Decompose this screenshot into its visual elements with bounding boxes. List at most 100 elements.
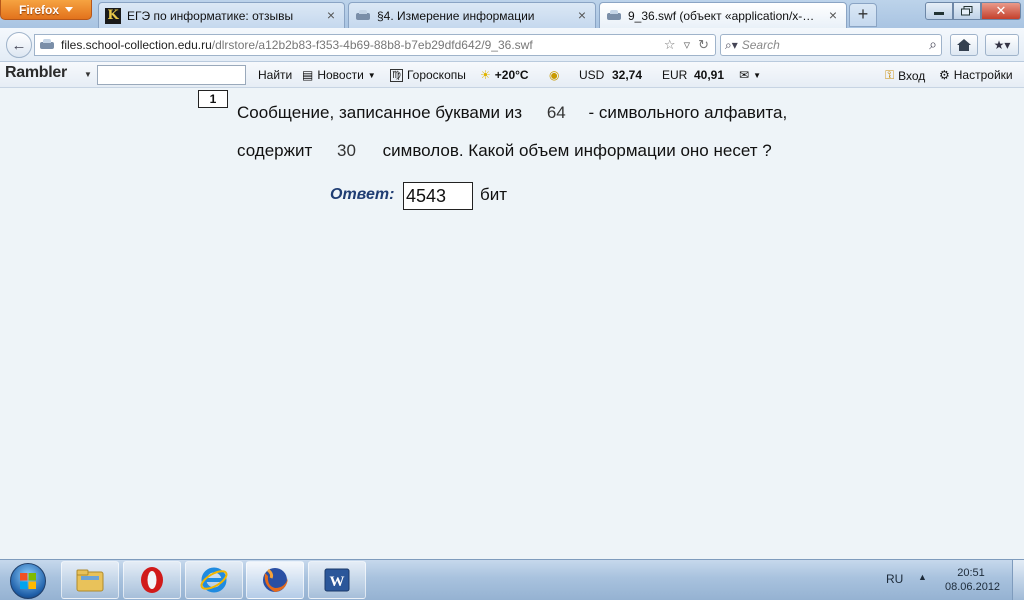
minimize-icon — [934, 12, 944, 15]
restore-icon — [961, 6, 973, 16]
settings-label: Настройки — [953, 68, 1013, 82]
key-icon: ⚿ — [885, 68, 895, 82]
alphabet-size-value: 64 — [546, 103, 566, 122]
word-icon: W — [324, 568, 350, 592]
mail-icon: ✉ — [739, 68, 750, 82]
firefox-menu-label: Firefox — [18, 2, 59, 17]
news-menu[interactable]: ▤ Новости ▼ — [302, 68, 376, 82]
page-favicon-icon — [355, 8, 371, 24]
horoscope-label: Гороскопы — [406, 68, 466, 82]
task-number: 1 — [198, 90, 228, 108]
show-hidden-icons-icon[interactable]: ▲ — [918, 572, 927, 582]
search-bar[interactable]: ⌕▾ Search ⌕ — [720, 34, 942, 56]
url-path: /dlrstore/a12b2b83-f353-4b69-88b8-b7eb29… — [211, 38, 533, 52]
news-icon: ▤ — [302, 68, 314, 82]
windows-logo-icon — [10, 563, 46, 599]
reload-icon[interactable]: ↻ — [698, 37, 709, 53]
tab-measurement-info[interactable]: §4. Измерение информации × — [348, 2, 596, 28]
taskbar-internet-explorer[interactable] — [185, 561, 243, 599]
eur-value: 40,91 — [694, 68, 725, 82]
home-button[interactable] — [950, 34, 978, 56]
temperature-value: +20°C — [494, 68, 529, 82]
chevron-down-icon: ▼ — [753, 70, 761, 80]
rambler-toolbar: Rambler ▼ Найти ▤ Новости ▼ ♍ Гороскопы … — [0, 62, 1024, 88]
rambler-search-input[interactable] — [97, 65, 246, 85]
close-icon: ✕ — [995, 3, 1007, 18]
back-arrow-icon: ← — [11, 36, 27, 54]
navigation-bar: ← files.school-collection.edu.ru/dlrstor… — [0, 28, 1024, 62]
url-host: files.school-collection.edu.ru — [61, 38, 212, 52]
answer-label: Ответ: — [330, 186, 395, 203]
close-tab-icon[interactable]: × — [826, 8, 840, 23]
horoscope-link[interactable]: ♍ Гороскопы — [390, 68, 466, 82]
symbol-count-value: 30 — [337, 141, 356, 160]
question-text: символов. Какой объем информации оно нес… — [382, 141, 772, 160]
login-link[interactable]: ⚿ Вход — [885, 68, 925, 83]
clock[interactable]: 20:51 08.06.2012 — [945, 566, 1001, 594]
eur-label: EUR — [662, 68, 688, 82]
firefox-menu-button[interactable]: Firefox — [0, 0, 92, 20]
new-tab-button[interactable]: + — [849, 3, 877, 27]
tab-title: 9_36.swf (объект «application/x-shoc... — [628, 9, 820, 23]
weather-widget[interactable]: ☀ +20°C — [480, 68, 529, 82]
mail-menu[interactable]: ✉ ▼ — [739, 68, 761, 82]
gear-icon: ⚙ — [939, 68, 950, 82]
answer-unit: бит — [480, 185, 508, 204]
show-desktop-button[interactable] — [1012, 560, 1024, 600]
horoscope-icon: ♍ — [390, 68, 403, 82]
tab-ege-reviews[interactable]: K ЕГЭ по информатике: отзывы × — [98, 2, 345, 28]
star-icon[interactable]: ☆ — [664, 37, 676, 53]
opera-icon — [141, 567, 163, 593]
page-favicon-icon — [606, 8, 622, 24]
usd-value: 32,74 — [612, 68, 643, 82]
start-button[interactable] — [2, 561, 54, 600]
question-text: - символьного алфавита, — [588, 103, 788, 122]
chevron-down-icon[interactable]: ▼ — [84, 70, 92, 79]
taskbar-firefox[interactable] — [246, 561, 304, 599]
search-engine-icon[interactable]: ⌕▾ — [725, 38, 738, 53]
question-line-2: содержит 30 символов. Какой объем информ… — [237, 141, 772, 161]
chevron-down-icon: ▼ — [367, 70, 376, 80]
currency-icon[interactable]: ◉ — [549, 68, 559, 82]
tab-title: §4. Измерение информации — [377, 8, 535, 23]
taskbar-explorer[interactable] — [61, 561, 119, 599]
chevron-down-icon — [65, 7, 73, 12]
home-icon — [957, 39, 971, 51]
login-label: Вход — [898, 68, 926, 83]
find-button[interactable]: Найти — [258, 68, 292, 82]
search-placeholder: Search — [741, 38, 780, 52]
back-button[interactable]: ← — [6, 32, 32, 58]
clock-date: 08.06.2012 — [945, 581, 1001, 593]
restore-button[interactable] — [953, 2, 981, 20]
bookmarks-button[interactable]: ★▾ — [985, 34, 1019, 56]
url-bar[interactable]: files.school-collection.edu.ru/dlrstore/… — [34, 34, 716, 56]
firefox-icon — [263, 568, 288, 592]
tab-strip: Firefox K ЕГЭ по информатике: отзывы × §… — [0, 0, 1024, 29]
tab-swf-object[interactable]: 9_36.swf (объект «application/x-shoc... … — [599, 2, 847, 29]
taskbar-opera[interactable] — [123, 561, 181, 599]
question-text: Сообщение, записанное буквами из — [237, 103, 523, 122]
svg-text:W: W — [330, 574, 345, 590]
close-tab-icon[interactable]: × — [575, 8, 589, 23]
history-dropdown-icon[interactable]: ▿ — [684, 37, 691, 53]
settings-link[interactable]: ⚙ Настройки — [939, 68, 1013, 82]
rambler-logo[interactable]: Rambler — [5, 64, 67, 82]
internet-explorer-icon — [200, 567, 228, 593]
swf-content-area: 1 Сообщение, записанное буквами из 64 - … — [0, 89, 1024, 559]
close-tab-icon[interactable]: × — [324, 8, 338, 23]
windows-taskbar: W RU ▲ 20:51 08.06.2012 — [0, 559, 1024, 600]
minimize-button[interactable] — [925, 2, 953, 20]
folder-icon — [76, 569, 104, 592]
news-label: Новости — [317, 68, 364, 82]
tab-title: ЕГЭ по информатике: отзывы — [127, 8, 294, 23]
question-line-1: Сообщение, записанное буквами из 64 - си… — [237, 103, 787, 123]
taskbar-word[interactable]: W — [308, 561, 366, 599]
answer-input[interactable] — [403, 182, 473, 210]
language-indicator[interactable]: RU — [886, 572, 903, 586]
close-window-button[interactable]: ✕ — [981, 2, 1021, 20]
k-favicon-icon: K — [105, 7, 121, 24]
clock-time: 20:51 — [957, 567, 985, 579]
bookmarks-icon: ★▾ — [993, 38, 1011, 52]
question-text: содержит — [237, 141, 313, 160]
search-icon[interactable]: ⌕ — [929, 36, 937, 53]
